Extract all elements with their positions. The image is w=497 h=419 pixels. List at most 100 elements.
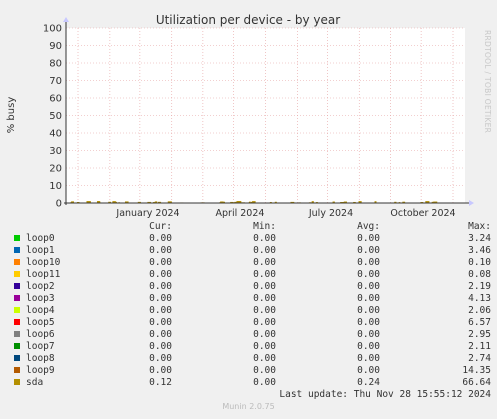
legend-avg: 0.00 [357,245,380,256]
legend-avg: 0.00 [357,317,380,328]
y-tick-label: 30 [49,146,62,157]
legend-max: 3.46 [468,245,491,256]
legend-swatch [14,295,20,301]
grid [66,27,465,203]
legend-avg: 0.00 [357,329,380,340]
legend-min: 0.00 [253,353,276,364]
y-tick-label: 50 [49,111,62,122]
legend-max: 0.08 [468,269,491,280]
legend-rows: loop0 0.00 0.00 0.00 3.24 loop1 0.00 0.00 0.00 3.… [0,233,497,389]
legend-name: loop8 [26,353,55,364]
legend-max: 2.06 [468,305,491,316]
legend-avg: 0.00 [357,293,380,304]
legend-max: 66.64 [462,377,491,388]
legend-row-loop5: loop5 0.00 0.00 0.00 6.57 [0,317,497,329]
y-tick-label: 90 [49,41,62,52]
legend-cur: 0.12 [149,377,172,388]
last-update: Last update: Thu Nov 28 15:55:12 2024 [0,389,497,401]
legend-cur: 0.00 [149,317,172,328]
x-tick-label: April 2024 [216,208,265,219]
legend-swatch [14,235,20,241]
legend-swatch [14,259,20,265]
legend-name: loop11 [26,269,61,280]
legend-row-loop7: loop7 0.00 0.00 0.00 2.11 [0,341,497,353]
legend-cur: 0.00 [149,329,172,340]
y-tick-label: 80 [49,59,62,70]
y-axis-label: % busy [6,97,17,134]
legend-swatch [14,271,20,277]
legend-min: 0.00 [253,305,276,316]
legend-header-max: Max: [468,221,491,232]
legend-name: loop10 [26,257,61,268]
legend-swatch [14,283,20,289]
legend-max: 2.74 [468,353,491,364]
y-tick-label: 20 [49,164,62,175]
legend-cur: 0.00 [149,293,172,304]
legend-row-loop4: loop4 0.00 0.00 0.00 2.06 [0,305,497,317]
legend-cur: 0.00 [149,245,172,256]
legend-swatch [14,307,20,313]
legend-row-loop6: loop6 0.00 0.00 0.00 2.95 [0,329,497,341]
legend-cur: 0.00 [149,341,172,352]
legend-max: 2.11 [468,341,491,352]
last-update-text: Last update: Thu Nov 28 15:55:12 2024 [279,389,491,400]
footer: Munin 2.0.75 [222,402,275,411]
legend-min: 0.00 [253,377,276,388]
legend-name: loop9 [26,365,55,376]
legend-max: 2.19 [468,281,491,292]
legend-cur: 0.00 [149,281,172,292]
legend-min: 0.00 [253,281,276,292]
legend-max: 0.10 [468,257,491,268]
legend-avg: 0.00 [357,353,380,364]
legend-avg: 0.24 [357,377,380,388]
y-axis-arrow-icon [63,17,69,22]
legend-avg: 0.00 [357,233,380,244]
legend-cur: 0.00 [149,269,172,280]
legend-row-loop2: loop2 0.00 0.00 0.00 2.19 [0,281,497,293]
legend-max: 3.24 [468,233,491,244]
x-tick-label: October 2024 [390,208,455,219]
legend-avg: 0.00 [357,257,380,268]
legend-row-loop9: loop9 0.00 0.00 0.00 14.35 [0,365,497,377]
legend-min: 0.00 [253,257,276,268]
y-tick-label: 70 [49,76,62,87]
legend-row-loop1: loop1 0.00 0.00 0.00 3.46 [0,245,497,257]
legend-swatch [14,319,20,325]
y-tick-label: 10 [49,181,62,192]
watermark: RRDTOOL / TOBI OETIKER [483,30,492,134]
legend-header-cur: Cur: [149,221,172,232]
legend-row-loop10: loop10 0.00 0.00 0.00 0.10 [0,257,497,269]
legend-min: 0.00 [253,329,276,340]
legend-min: 0.00 [253,269,276,280]
legend-row-loop11: loop11 0.00 0.00 0.00 0.08 [0,269,497,281]
legend-swatch [14,343,20,349]
legend-name: loop4 [26,305,55,316]
legend-avg: 0.00 [357,269,380,280]
legend-name: loop7 [26,341,55,352]
legend-swatch [14,379,20,385]
legend-header-min: Min: [253,221,276,232]
legend-avg: 0.00 [357,281,380,292]
legend-name: loop1 [26,245,55,256]
y-tick-label: 0 [56,199,62,210]
legend-name: loop0 [26,233,55,244]
legend-min: 0.00 [253,293,276,304]
legend-row-loop8: loop8 0.00 0.00 0.00 2.74 [0,353,497,365]
legend-min: 0.00 [253,245,276,256]
legend-name: loop2 [26,281,55,292]
legend-min: 0.00 [253,317,276,328]
legend-name: loop6 [26,329,55,340]
legend-name: loop3 [26,293,55,304]
legend-cur: 0.00 [149,233,172,244]
legend-min: 0.00 [253,341,276,352]
y-ticks: 0 10 20 30 40 50 60 70 80 90 100 [43,24,62,210]
x-axis-arrow-icon [469,200,474,206]
y-tick-label: 100 [43,24,62,35]
legend-cur: 0.00 [149,257,172,268]
legend: Cur: Min: Avg: Max: loop0 0.00 0.00 0.00 3.2… [0,221,497,401]
legend-cur: 0.00 [149,365,172,376]
legend-min: 0.00 [253,233,276,244]
legend-row-loop0: loop0 0.00 0.00 0.00 3.24 [0,233,497,245]
chart-title: Utilization per device - by year [156,13,340,27]
legend-name: sda [26,377,44,388]
